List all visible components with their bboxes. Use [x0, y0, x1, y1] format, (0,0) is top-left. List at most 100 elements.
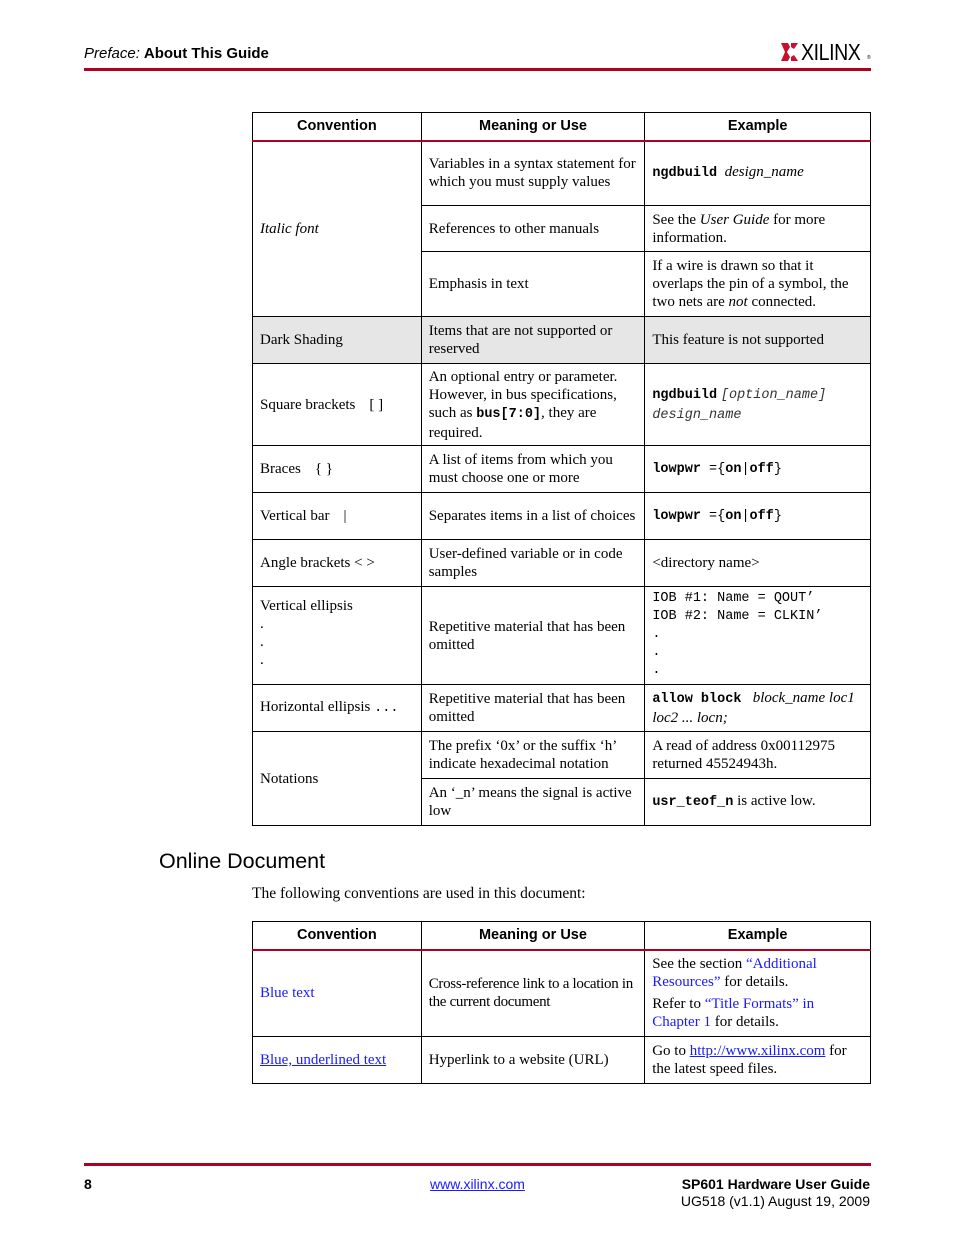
example-text: See the: [652, 211, 700, 228]
example-code: lowpwr: [652, 462, 701, 477]
example-off: off: [749, 509, 774, 524]
meaning-cell: References to other manuals: [420, 205, 646, 252]
convention-symbol: [ ]: [369, 396, 384, 413]
example-cell: lowpwr ={on|off}: [644, 445, 871, 493]
example-off: off: [749, 462, 774, 477]
ellipsis-dot: .: [260, 652, 264, 668]
example-code: ngdbuild: [652, 387, 718, 403]
col-header-meaning: Meaning or Use: [420, 921, 646, 951]
example-line: IOB #1: Name = QOUT’: [652, 591, 815, 606]
convention-cell: Braces { }: [252, 445, 422, 493]
revision-info: UG518 (v1.1) August 19, 2009: [680, 1193, 870, 1209]
guide-title: SP601 Hardware User Guide: [681, 1176, 870, 1192]
col-header-convention: Convention: [252, 112, 422, 142]
header-title: About This Guide: [143, 45, 269, 62]
footer-rule: [84, 1163, 871, 1166]
table-header-row: Convention Meaning or Use Example: [252, 921, 871, 951]
table-row: Angle brackets < > User-defined variable…: [252, 539, 871, 587]
meaning-cell: An ‘_n’ means the signal is active low: [420, 778, 646, 826]
meaning-cell: Emphasis in text: [420, 251, 646, 317]
table-header-row: Convention Meaning or Use Example: [252, 112, 871, 142]
example-code: ngdbuild: [652, 166, 718, 182]
convention-label: Square brackets: [260, 396, 356, 413]
example-cell: usr_teof_n is active low.: [644, 778, 871, 826]
example-close: }: [773, 509, 782, 524]
example-cell: lowpwr ={on|off}: [644, 492, 871, 540]
convention-symbol: |: [343, 508, 347, 524]
example-text: See the section: [652, 956, 746, 973]
example-cell: See the section “Additional Resources” f…: [644, 949, 871, 1037]
page-number: 8: [84, 1176, 92, 1192]
ellipsis-dot: .: [652, 645, 661, 660]
example-text: for details.: [720, 974, 789, 991]
section-heading: Online Document: [159, 849, 326, 873]
example-italic: User Guide: [699, 211, 770, 228]
meaning-cell: Variables in a syntax statement for whic…: [420, 140, 646, 206]
online-conventions-table: Convention Meaning or Use Example Blue t…: [252, 921, 871, 1084]
conventions-table: Convention Meaning or Use Example Italic…: [252, 112, 871, 826]
meaning-cell: Repetitive material that has been omitte…: [420, 586, 646, 685]
example-on: on: [725, 462, 742, 477]
convention-cell: Notations: [252, 731, 422, 826]
example-code: usr_teof_n: [652, 795, 734, 810]
header-rule: [84, 68, 871, 71]
convention-cell: Blue, underlined text: [252, 1036, 422, 1084]
table-row: Blue text Cross-reference link to a loca…: [252, 949, 871, 1037]
url-link[interactable]: http://www.xilinx.com: [690, 1043, 826, 1059]
example-cell: See the User Guide for more information.: [644, 205, 871, 252]
logo-wordmark: XILINX: [801, 38, 861, 65]
convention-cell: Vertical bar |: [252, 492, 422, 540]
xilinx-logo: XILINX ®: [781, 38, 871, 65]
convention-cell: Square brackets [ ]: [252, 363, 422, 446]
meaning-cell: A list of items from which you must choo…: [420, 445, 646, 493]
example-text: Go to: [652, 1043, 690, 1059]
running-header: Preface: About This Guide: [84, 45, 269, 62]
meaning-cell: Cross-reference link to a location in th…: [420, 949, 646, 1037]
example-cell: ngdbuild [option_name] design_name: [644, 363, 871, 446]
table-row: Vertical bar | Separates items in a list …: [252, 492, 871, 540]
convention-label: Horizontal ellipsis: [260, 699, 371, 715]
convention-cell: Blue text: [252, 949, 422, 1037]
example-italic: design_name: [724, 164, 804, 181]
example-cell: If a wire is drawn so that it overlaps t…: [644, 251, 871, 317]
convention-symbol: { }: [314, 461, 333, 477]
meaning-code: bus[7:0]: [476, 406, 542, 422]
meaning-cell: The prefix ‘0x’ or the suffix ‘h’ indica…: [420, 731, 646, 779]
meaning-cell: Repetitive material that has been omitte…: [420, 684, 646, 732]
convention-cell: Vertical ellipsis . . .: [252, 586, 422, 685]
table-row: Notations The prefix ‘0x’ or the suffix …: [252, 731, 871, 826]
col-header-convention: Convention: [252, 921, 422, 951]
table-row: Braces { } A list of items from which you…: [252, 445, 871, 493]
example-design: design_name: [652, 407, 742, 423]
example-line: Refer to “Title Formats” in Chapter 1 fo…: [652, 995, 864, 1031]
example-text: is active low.: [733, 793, 816, 809]
example-eq: ={: [700, 509, 726, 524]
website-link[interactable]: www.xilinx.com: [430, 1176, 525, 1192]
example-cell: Go to http://www.xilinx.com for the late…: [644, 1036, 871, 1084]
convention-cell: Dark Shading: [252, 316, 422, 364]
ellipsis-dot: .: [652, 663, 661, 678]
example-eq: ={: [700, 462, 726, 477]
convention-cell: Angle brackets < >: [252, 539, 422, 587]
example-line: IOB #2: Name = CLKIN’: [652, 609, 823, 624]
ellipsis-dot: .: [260, 616, 264, 632]
table-row: Horizontal ellipsis ... Repetitive mater…: [252, 684, 871, 732]
example-code: allow block: [652, 692, 742, 707]
col-header-meaning: Meaning or Use: [420, 112, 646, 142]
example-cell: allow block block_name loc1 loc2 ... loc…: [644, 684, 871, 732]
header-prefix: Preface:: [84, 45, 140, 62]
example-text: for details.: [710, 1014, 779, 1031]
example-italic: not: [728, 294, 748, 310]
convention-label: Vertical bar: [260, 508, 330, 524]
example-bar: |: [741, 462, 750, 477]
example-bar: |: [741, 509, 750, 524]
example-cell: This feature is not supported: [644, 316, 871, 364]
meaning-cell: User-defined variable or in code samples: [420, 539, 646, 587]
example-text: connected.: [747, 294, 817, 310]
col-header-example: Example: [644, 112, 871, 142]
registered-mark: ®: [867, 55, 871, 61]
ellipsis-dot: .: [652, 627, 661, 642]
convention-symbol: ...: [374, 701, 399, 716]
example-cell: ngdbuild design_name: [644, 140, 871, 206]
section-intro: The following conventions are used in th…: [252, 885, 586, 902]
